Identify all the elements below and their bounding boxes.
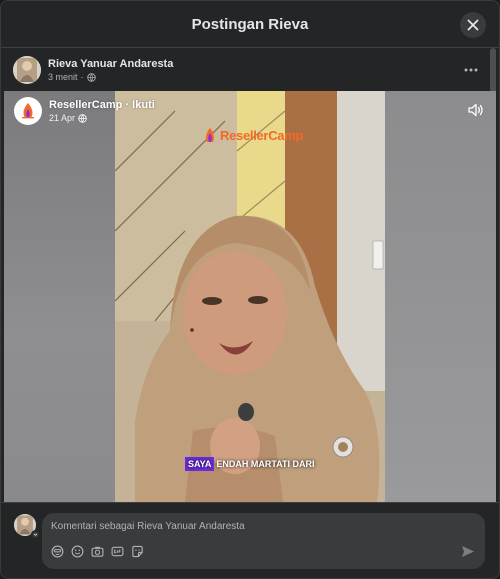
composer-tools [51,545,144,558]
chevron-down-icon [32,531,39,538]
post-dialog: Postingan Rieva Rieva Yanuar Andaresta 3… [0,0,500,579]
post-header: Rieva Yanuar Andaresta 3 menit · [1,49,489,91]
send-icon[interactable] [461,545,475,558]
caption-text: ENDAH MARTATI DARI [216,459,315,469]
brand-watermark: ResellerCamp [203,127,303,143]
brand-watermark-text: ResellerCamp [220,127,304,143]
speaker-icon [468,103,483,117]
video-scene [115,91,385,502]
author-avatar[interactable] [13,56,41,84]
dialog-title: Postingan Rieva [191,15,309,33]
globe-icon [78,113,87,123]
author-name[interactable]: Rieva Yanuar Andaresta [48,57,173,71]
resellercamp-logo-icon [206,128,214,142]
camera-icon[interactable] [91,545,104,558]
profile-switch-badge[interactable] [31,530,40,539]
video-blur-left [4,91,115,502]
avatar-sticker-icon[interactable] [51,545,64,558]
meta-separator: · [80,72,84,82]
follow-link[interactable]: Ikuti [132,99,155,111]
post-time[interactable]: 3 menit [48,71,78,83]
comment-composer: Komentari sebagai Rieva Yanuar Andaresta [1,502,499,578]
comment-input[interactable]: Komentari sebagai Rieva Yanuar Andaresta [42,513,485,569]
more-options-button[interactable] [461,62,481,78]
close-button[interactable] [460,12,486,38]
close-icon [467,19,479,31]
page-name[interactable]: ResellerCamp [49,99,122,111]
globe-icon [86,72,96,82]
caption-highlight: SAYA [185,457,215,471]
video-blur-right [385,91,496,502]
comment-placeholder: Komentari sebagai Rieva Yanuar Andaresta [51,521,245,532]
dialog-header: Postingan Rieva [1,1,499,48]
gif-icon[interactable] [111,545,124,558]
volume-button[interactable] [468,103,486,119]
emoji-icon[interactable] [71,545,84,558]
video-frame[interactable]: ResellerCamp SAYA ENDAH MARTATI DARI [115,91,385,502]
resellercamp-avatar-icon [22,103,34,119]
shared-date[interactable]: 21 Apr [49,112,75,124]
sticker-icon[interactable] [131,545,144,558]
page-separator: · [125,99,130,111]
page-avatar[interactable] [14,97,42,125]
more-dots-icon [464,68,478,72]
video-player[interactable]: ResellerCamp SAYA ENDAH MARTATI DARI Res… [4,91,496,502]
shared-page-header: ResellerCamp · Ikuti 21 Apr [14,97,155,125]
video-caption: SAYA ENDAH MARTATI DARI [185,457,315,471]
